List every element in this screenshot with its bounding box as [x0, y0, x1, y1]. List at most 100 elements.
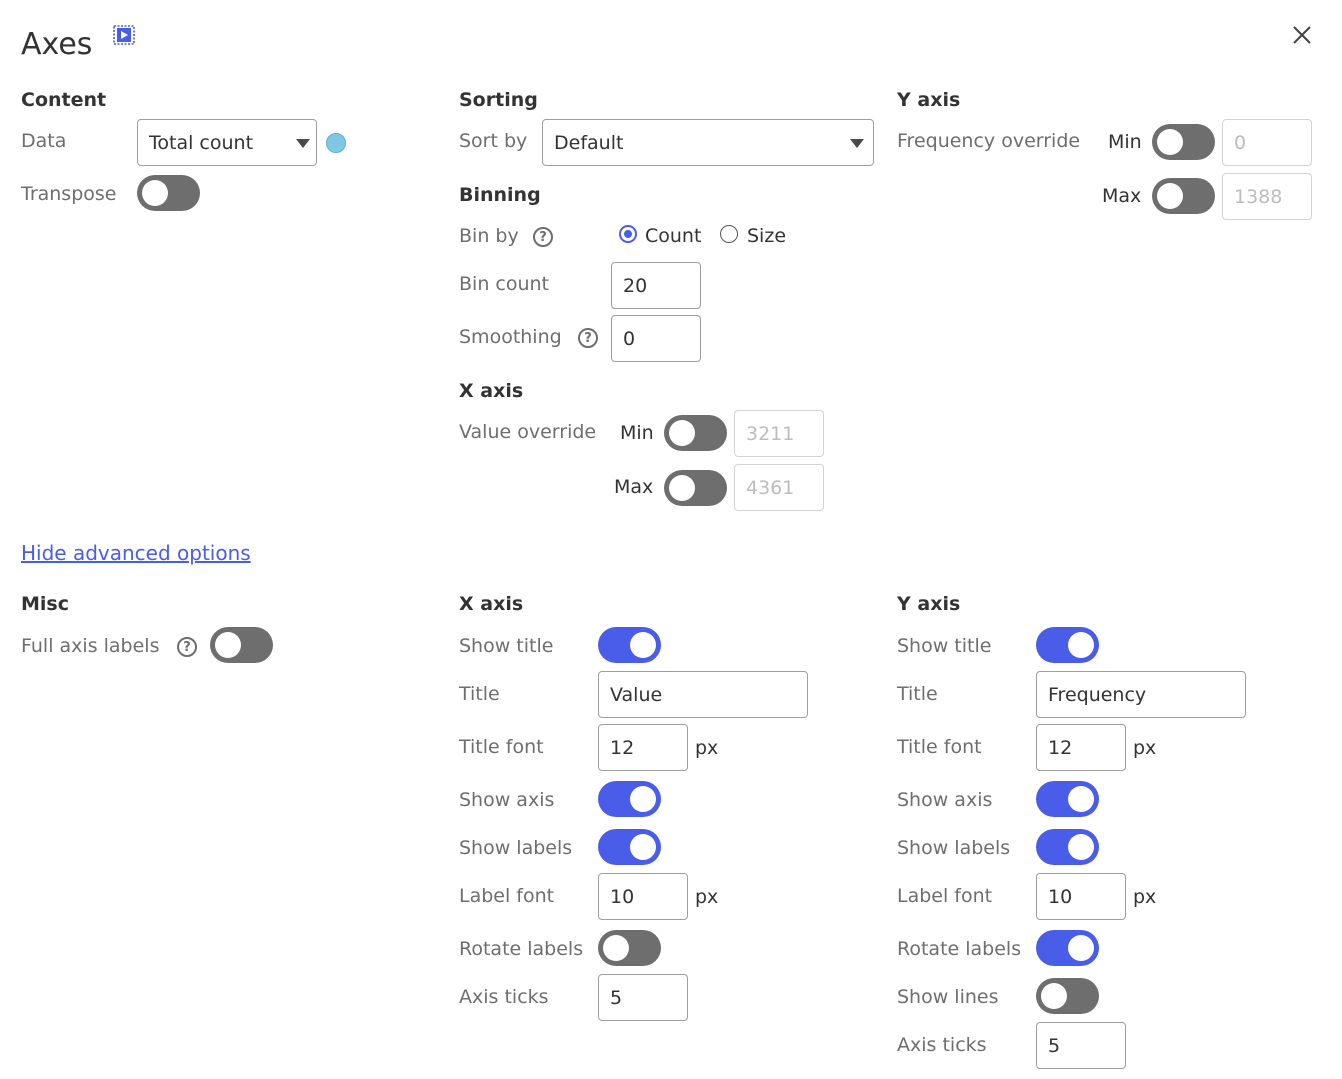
toggle-knob: [1068, 935, 1094, 961]
toggle-knob: [1068, 834, 1094, 860]
x-title-font-unit: px: [695, 737, 719, 759]
x-max-input[interactable]: 4361: [734, 464, 824, 511]
x-show-axis-label: Show axis: [459, 789, 555, 811]
y-label-font-unit: px: [1133, 886, 1157, 908]
x-axis-ticks-value: 5: [610, 986, 623, 1009]
y-label-font-value: 10: [1048, 885, 1073, 908]
y-show-title-toggle[interactable]: [1036, 627, 1099, 663]
toggle-knob: [603, 935, 629, 961]
x-min-toggle[interactable]: [664, 415, 727, 451]
y-title-label: Title: [897, 683, 938, 705]
y-label-font-label: Label font: [897, 885, 993, 907]
toggle-knob: [1157, 183, 1183, 209]
x-title-font-label: Title font: [459, 736, 544, 758]
x-axis-heading: X axis: [459, 380, 524, 402]
close-icon[interactable]: [1292, 25, 1312, 45]
x-max-label: Max: [614, 476, 654, 498]
y-title-font-label: Title font: [897, 736, 982, 758]
bin-count-input[interactable]: 20: [611, 262, 701, 309]
sort-by-select[interactable]: Default: [542, 119, 874, 166]
x-label-font-label: Label font: [459, 885, 555, 907]
x-min-placeholder: 3211: [746, 422, 795, 445]
x-title-label: Title: [459, 683, 500, 705]
y-axis-heading: Y axis: [897, 89, 961, 111]
toggle-knob: [1157, 129, 1183, 155]
y-max-toggle[interactable]: [1152, 178, 1215, 214]
smoothing-input[interactable]: 0: [611, 315, 701, 362]
x-label-font-unit: px: [695, 886, 719, 908]
chevron-down-icon: [850, 139, 864, 148]
y-min-placeholder: 0: [1234, 131, 1247, 154]
y-max-placeholder: 1388: [1234, 185, 1283, 208]
y-rotate-labels-toggle[interactable]: [1036, 930, 1099, 966]
toggle-knob: [669, 420, 695, 446]
video-tutorial-icon[interactable]: [113, 25, 135, 45]
sort-by-value: Default: [554, 131, 624, 154]
y-label-font-input[interactable]: 10: [1036, 873, 1126, 920]
x-min-input[interactable]: 3211: [734, 410, 824, 457]
y-show-lines-toggle[interactable]: [1036, 978, 1099, 1014]
x-title-input[interactable]: Value: [598, 671, 808, 718]
y-title-value: Frequency: [1048, 683, 1147, 706]
x-max-toggle[interactable]: [664, 470, 727, 506]
chevron-down-icon: [296, 139, 310, 148]
toggle-knob: [1041, 983, 1067, 1009]
bin-count-label: Bin count: [459, 273, 549, 295]
content-heading: Content: [21, 89, 107, 111]
data-select[interactable]: Total count: [137, 119, 317, 166]
y-min-label: Min: [1108, 131, 1142, 153]
y-min-toggle[interactable]: [1152, 124, 1215, 160]
toggle-knob: [630, 834, 656, 860]
y-rotate-labels-label: Rotate labels: [897, 938, 1022, 960]
y-show-axis-label: Show axis: [897, 789, 993, 811]
toggle-knob: [630, 632, 656, 658]
dialog-title: Axes: [21, 27, 93, 62]
data-label: Data: [21, 130, 67, 152]
help-icon[interactable]: ?: [177, 637, 197, 657]
transpose-label: Transpose: [21, 183, 117, 205]
y-show-axis-toggle[interactable]: [1036, 781, 1099, 817]
x-show-axis-toggle[interactable]: [598, 781, 661, 817]
y-show-title-label: Show title: [897, 635, 992, 657]
toggle-knob: [1068, 632, 1094, 658]
full-axis-labels-toggle[interactable]: [210, 627, 273, 663]
y-max-input[interactable]: 1388: [1222, 173, 1312, 220]
x-axis-ticks-label: Axis ticks: [459, 986, 549, 1008]
help-icon[interactable]: ?: [533, 227, 553, 247]
y-show-lines-label: Show lines: [897, 986, 999, 1008]
x-rotate-labels-toggle[interactable]: [598, 930, 661, 966]
x-axis-ticks-input[interactable]: 5: [598, 974, 688, 1021]
x-show-labels-label: Show labels: [459, 837, 573, 859]
x-title-font-value: 12: [610, 736, 635, 759]
sorting-heading: Sorting: [459, 89, 538, 111]
bin-by-count-label: Count: [645, 225, 702, 247]
bin-by-label: Bin by: [459, 225, 519, 247]
toggle-knob: [1068, 786, 1094, 812]
toggle-knob: [669, 475, 695, 501]
help-icon[interactable]: ?: [578, 328, 598, 348]
y-axis-ticks-input[interactable]: 5: [1036, 1022, 1126, 1069]
hide-advanced-options-link[interactable]: Hide advanced options: [21, 541, 251, 565]
bin-count-value: 20: [623, 274, 648, 297]
y-show-labels-label: Show labels: [897, 837, 1011, 859]
bin-by-size-label: Size: [747, 225, 787, 247]
y-show-labels-toggle[interactable]: [1036, 829, 1099, 865]
bin-by-size-radio[interactable]: [720, 225, 738, 243]
x-label-font-input[interactable]: 10: [598, 873, 688, 920]
y-title-font-value: 12: [1048, 736, 1073, 759]
toggle-knob: [142, 180, 168, 206]
sort-by-label: Sort by: [459, 130, 528, 152]
y-title-input[interactable]: Frequency: [1036, 671, 1246, 718]
y-title-font-input[interactable]: 12: [1036, 724, 1126, 771]
x-show-title-toggle[interactable]: [598, 627, 661, 663]
x-show-labels-toggle[interactable]: [598, 829, 661, 865]
x-rotate-labels-label: Rotate labels: [459, 938, 584, 960]
x-title-font-input[interactable]: 12: [598, 724, 688, 771]
transpose-toggle[interactable]: [137, 175, 200, 211]
data-select-value: Total count: [149, 131, 254, 154]
y-min-input[interactable]: 0: [1222, 119, 1312, 166]
bin-by-count-radio[interactable]: [619, 225, 637, 243]
color-swatch[interactable]: [326, 133, 346, 153]
smoothing-label: Smoothing: [459, 326, 562, 348]
full-axis-labels-label: Full axis labels: [21, 635, 160, 657]
